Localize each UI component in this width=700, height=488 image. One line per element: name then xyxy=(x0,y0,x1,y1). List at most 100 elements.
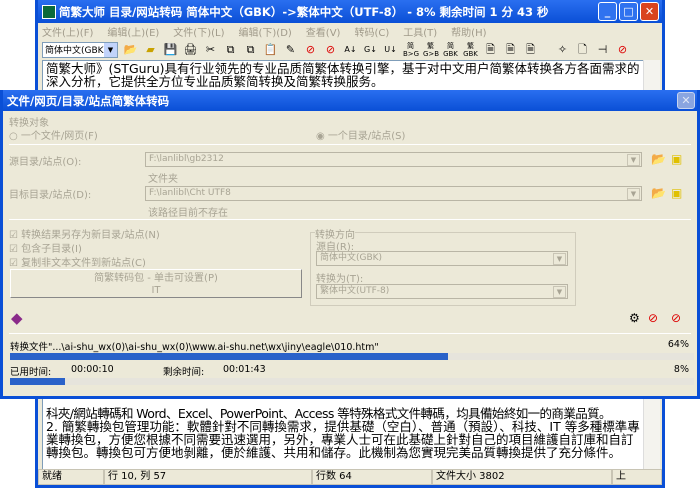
chevron-down-icon: ▼ xyxy=(553,286,566,298)
status-position: 行 10, 列 57 xyxy=(104,469,312,485)
source-hint: 文件夹 xyxy=(148,174,178,185)
radio-directory-label: 一个目录/站点(S) xyxy=(327,131,406,142)
app-icon xyxy=(42,4,56,19)
divider xyxy=(9,219,691,220)
doc3-icon[interactable]: 🗎 xyxy=(523,42,538,57)
maximize-button[interactable]: □ xyxy=(619,2,638,21)
print-icon[interactable]: 🖨 xyxy=(183,42,198,57)
stop-text-icon[interactable]: ⊘ xyxy=(648,312,663,325)
minimize-button[interactable]: _ xyxy=(598,2,617,21)
convert-g-icon[interactable]: G↓ xyxy=(363,42,378,57)
main-title: 简繁大师 目录/网站转码 简体中文（GBK）->繁体中文（UTF-8） - 8%… xyxy=(59,4,549,19)
save-icon[interactable]: 💾 xyxy=(163,42,178,57)
encoding-select[interactable]: 简体中文(GBK) ▼ xyxy=(42,41,118,58)
divider xyxy=(9,333,691,334)
menu-view[interactable]: 查看(V) xyxy=(306,24,341,39)
menu-edit-top[interactable]: 编辑(上)(E) xyxy=(107,24,159,39)
browse-site-icon[interactable]: ▣ xyxy=(671,153,686,166)
check-subdirs[interactable]: ☑ 包含子目录(I) xyxy=(9,240,82,255)
pin-icon[interactable]: ⊣ xyxy=(595,42,610,57)
radio-file[interactable]: ○ 一个文件/网页(F) xyxy=(9,127,98,142)
package-button[interactable]: 简繁转码包 - 单击可设置(P) IT xyxy=(10,269,302,298)
copy-all-icon[interactable]: ⧉ xyxy=(243,42,258,57)
sparkle-icon[interactable]: ✧ xyxy=(555,42,570,57)
convert-icon[interactable]: ✎ xyxy=(283,42,298,57)
editor-text-top: 简繁大师》(STGuru)具有行业领先的专业品质简繁体转换引擎，基于对中文用户简… xyxy=(46,61,640,89)
chevron-down-icon: ▼ xyxy=(627,188,640,200)
src-enc-value: 简体中文(GBK) xyxy=(320,253,383,263)
stop-icon[interactable]: ⊘ xyxy=(303,42,318,57)
stop-alt-icon[interactable]: ⊘ xyxy=(323,42,338,57)
trad-gb-button[interactable]: 繁G>B xyxy=(423,42,439,58)
file-progress-text: 转换文件"...\ai-shu_wx(0)\ai-shu_wx(0)\www.a… xyxy=(10,342,379,353)
paste-icon[interactable]: 📋 xyxy=(263,42,278,57)
copy-icon[interactable]: ⧉ xyxy=(223,42,238,57)
src-enc-combo[interactable]: 简体中文(GBK) ▼ xyxy=(316,251,568,266)
elapsed-label: 已用时间: xyxy=(10,367,52,378)
check-copy-nontext[interactable]: ☑ 复制非文本文件到新站点(C) xyxy=(9,254,146,269)
trad-gbk-button[interactable]: 繁GBK xyxy=(463,42,478,58)
new-icon[interactable]: 🗋 xyxy=(575,42,590,57)
file-progress-pct: 64% xyxy=(667,339,689,350)
browse-folder-icon[interactable]: 📂 xyxy=(651,153,666,166)
simp-gbk-button[interactable]: 简GBK xyxy=(443,42,458,58)
radio-file-label: 一个文件/网页(F) xyxy=(20,131,98,142)
dst-enc-label: 转换为(T): xyxy=(316,274,364,285)
status-state: 就绪 xyxy=(38,469,104,485)
menu-convert[interactable]: 转码(C) xyxy=(354,24,389,39)
menu-help[interactable]: 帮助(H) xyxy=(451,24,486,39)
source-label: 源目录/站点(O): xyxy=(9,157,82,168)
file-progress-fill xyxy=(10,353,448,360)
status-direction: 上 xyxy=(612,469,662,485)
chevron-down-icon: ▼ xyxy=(553,253,566,265)
editor-text-line: 2. 簡繁轉換包管理功能：軟體針對不同轉換需求，提供基礎（空白）、普通（預設）、… xyxy=(46,419,640,460)
browse-site-icon[interactable]: ▣ xyxy=(671,187,686,200)
browse-folder-icon[interactable]: 📂 xyxy=(651,187,666,200)
main-title-bar: 简繁大师 目录/网站转码 简体中文（GBK）->繁体中文（UTF-8） - 8%… xyxy=(38,0,662,23)
total-progress-fill xyxy=(10,378,65,385)
toolbar: 简体中文(GBK) ▼ 📂 ▰ 💾 🖨 ✂ ⧉ ⧉ 📋 ✎ ⊘ ⊘ A↓ G↓ U… xyxy=(38,39,662,60)
open-icon[interactable]: 📂 xyxy=(123,42,138,57)
dest-value: F:\lanlibl\Cht UTF8 xyxy=(149,188,231,198)
radio-directory[interactable]: ◉ 一个目录/站点(S) xyxy=(316,127,405,142)
dst-enc-combo[interactable]: 繁体中文(UTF-8) ▼ xyxy=(316,284,568,299)
convert-a-icon[interactable]: A↓ xyxy=(343,42,358,57)
check-save-new[interactable]: ☑ 转换结果另存为新目录/站点(N) xyxy=(9,226,160,241)
chevron-down-icon: ▼ xyxy=(104,42,117,57)
doc2-icon[interactable]: 🗎 xyxy=(503,42,518,57)
convert-u-icon[interactable]: U↓ xyxy=(383,42,398,57)
cancel-icon[interactable]: ⊘ xyxy=(671,312,686,325)
divider xyxy=(9,144,691,145)
dialog-close-button[interactable]: ✕ xyxy=(677,92,695,109)
status-bar: 就绪 行 10, 列 57 行数 64 文件大小 3802 上 xyxy=(38,469,662,485)
elapsed-value: 00:00:10 xyxy=(71,364,114,375)
convert-dialog: 文件/网页/目录/站点简繁体转码 ✕ 转换对象 ○ 一个文件/网页(F) ◉ 一个… xyxy=(0,90,700,399)
dest-combo[interactable]: F:\lanlibl\Cht UTF8 ▼ xyxy=(145,186,642,201)
check-label: 复制非文本文件到新站点(C) xyxy=(21,258,146,269)
settings-icon[interactable]: ⚙ xyxy=(629,312,644,325)
source-combo[interactable]: F:\lanlibl\gb2312 ▼ xyxy=(145,152,642,167)
encoding-select-value: 简体中文(GBK) xyxy=(45,46,108,56)
status-size: 文件大小 3802 xyxy=(432,469,612,485)
open-alt-icon[interactable]: ▰ xyxy=(143,42,158,57)
source-value: F:\lanlibl\gb2312 xyxy=(149,154,224,164)
dialog-title-bar: 文件/网页/目录/站点简繁体转码 ✕ xyxy=(3,90,697,111)
doc-icon[interactable]: 🗎 xyxy=(483,42,498,57)
menu-tools[interactable]: 工具(T) xyxy=(403,24,437,39)
close-button[interactable]: ✕ xyxy=(640,2,659,21)
book-icon[interactable]: ◆ xyxy=(11,311,26,326)
cut-icon[interactable]: ✂ xyxy=(203,42,218,57)
simp-bg-button[interactable]: 简B>G xyxy=(403,42,419,58)
menu-file-top[interactable]: 文件(上)(F) xyxy=(42,24,93,39)
menu-file-bottom[interactable]: 文件(下)(L) xyxy=(173,24,224,39)
total-progress-bar xyxy=(10,378,694,385)
dst-enc-value: 繁体中文(UTF-8) xyxy=(320,286,390,296)
dest-label: 目标目录/站点(D): xyxy=(9,190,92,201)
total-progress-pct: 8% xyxy=(673,364,689,375)
cancel-icon[interactable]: ⊘ xyxy=(615,42,630,57)
menu-edit-bottom[interactable]: 编辑(下)(D) xyxy=(238,24,291,39)
package-name: IT xyxy=(151,285,161,296)
remaining-label: 剩余时间: xyxy=(163,367,205,378)
menu-bar: 文件(上)(F) 编辑(上)(E) 文件(下)(L) 编辑(下)(D) 查看(V) 转码(… xyxy=(38,23,662,39)
remaining-value: 00:01:43 xyxy=(223,364,266,375)
